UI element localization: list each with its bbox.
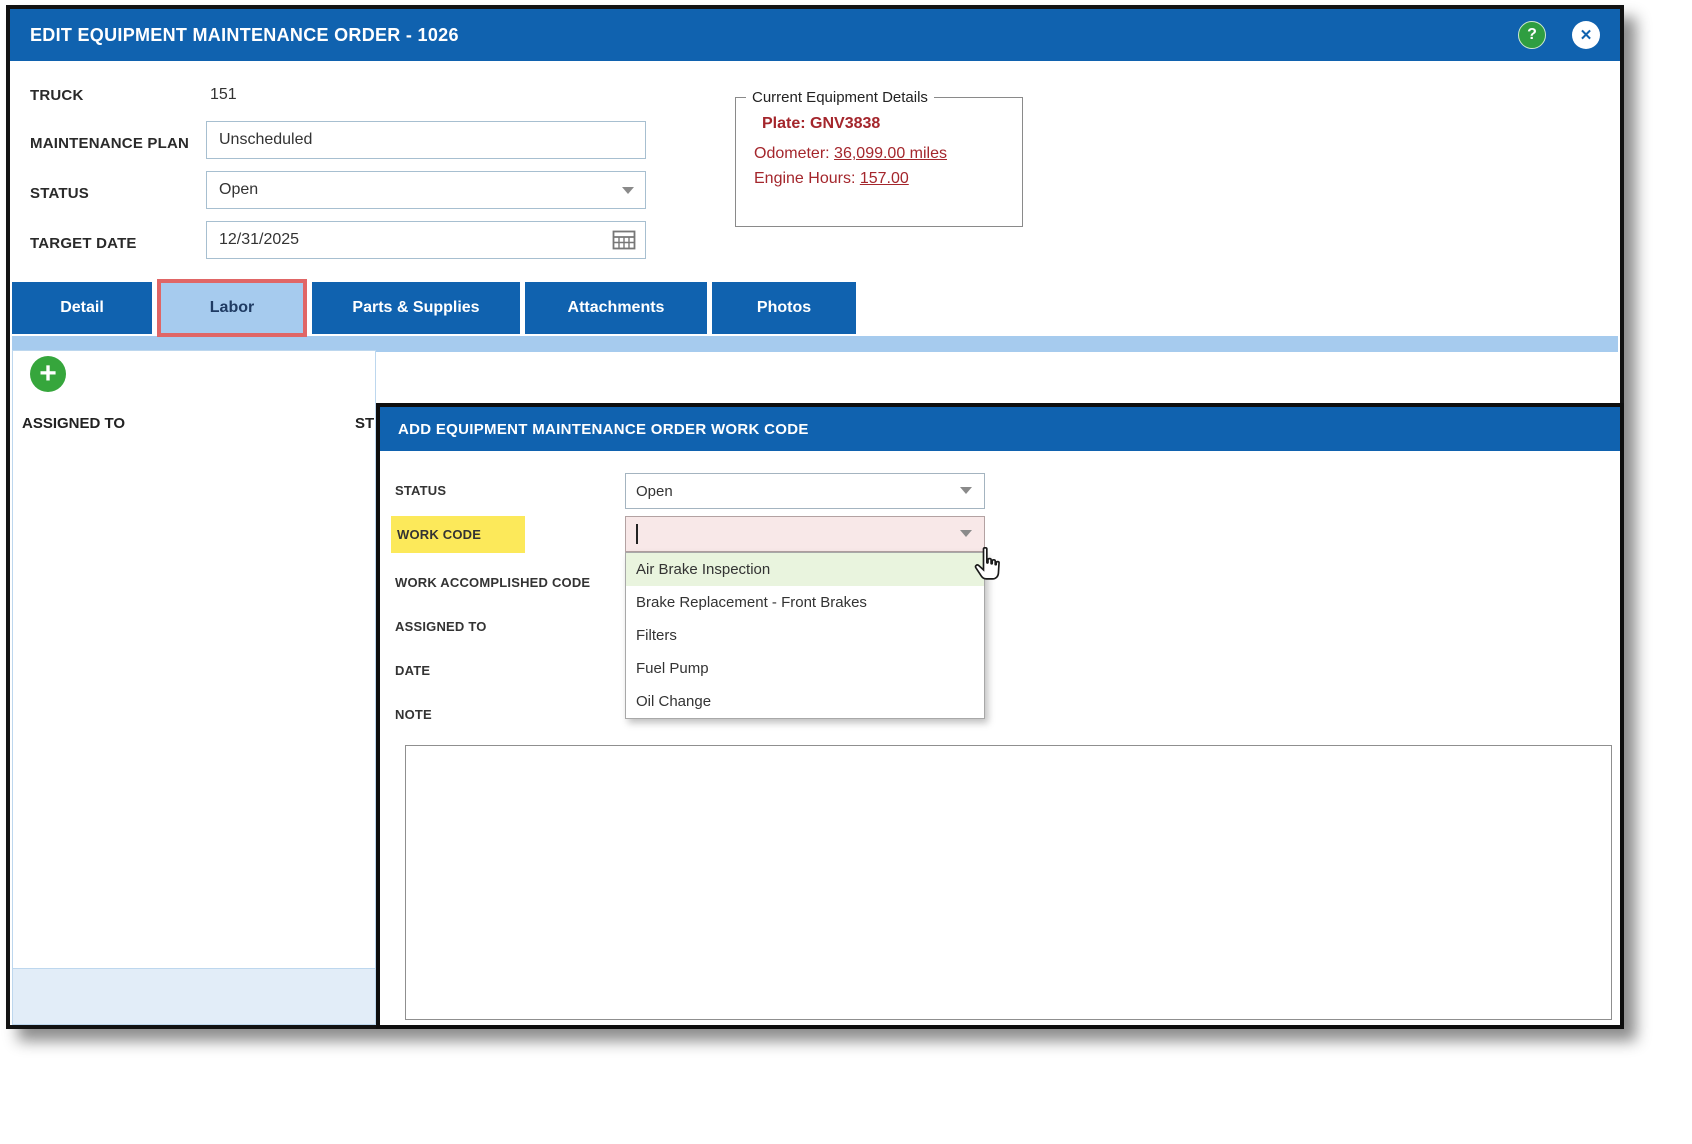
modal-work-code-label: WORK CODE [391, 516, 526, 553]
target-date-value: 12/31/2025 [219, 231, 300, 248]
tab-parts-supplies[interactable]: Parts & Supplies [312, 282, 520, 334]
work-code-input[interactable] [625, 516, 985, 552]
odometer-value[interactable]: 36,099.00 miles [834, 145, 947, 162]
odometer-label: Odometer: [754, 145, 830, 162]
option-label: Filters [636, 627, 677, 644]
plate-label: Plate: [762, 115, 806, 132]
modal-status-value: Open [636, 482, 673, 500]
truck-label: TRUCK [30, 87, 84, 104]
edit-maintenance-order-window: EDIT EQUIPMENT MAINTENANCE ORDER - 1026 … [6, 5, 1624, 1029]
add-work-code-modal: ADD EQUIPMENT MAINTENANCE ORDER WORK COD… [376, 403, 1624, 1029]
work-code-option[interactable]: Brake Replacement - Front Brakes [626, 586, 984, 619]
labor-grid-footer [13, 968, 375, 1024]
tab-labor[interactable]: Labor [157, 279, 307, 337]
chevron-down-icon[interactable] [622, 187, 634, 194]
status-dropdown[interactable]: Open [206, 171, 646, 209]
engine-hours-label: Engine Hours: [754, 170, 856, 187]
status-label: STATUS [30, 185, 89, 202]
modal-note-label: NOTE [395, 707, 432, 722]
plate-value: GNV3838 [810, 115, 881, 132]
truck-value: 151 [210, 86, 237, 103]
help-icon[interactable]: ? [1518, 21, 1546, 49]
modal-title: ADD EQUIPMENT MAINTENANCE ORDER WORK COD… [398, 420, 809, 438]
mouse-cursor-hand-icon [974, 547, 1000, 580]
column-header-assigned-to[interactable]: ASSIGNED TO [22, 415, 125, 432]
maintenance-plan-input[interactable] [206, 121, 646, 159]
calendar-icon[interactable] [612, 229, 636, 251]
work-code-option[interactable]: Fuel Pump [626, 652, 984, 685]
option-label: Fuel Pump [636, 660, 709, 677]
tab-label: Attachments [567, 299, 665, 316]
text-caret [636, 524, 638, 544]
labor-grid-panel [12, 350, 376, 1025]
tab-label: Parts & Supplies [352, 299, 480, 316]
window-title: EDIT EQUIPMENT MAINTENANCE ORDER - 1026 [30, 24, 459, 45]
tab-attachments[interactable]: Attachments [525, 282, 707, 334]
work-code-option[interactable]: Oil Change [626, 685, 984, 718]
equipment-details-legend: Current Equipment Details [752, 89, 928, 106]
tab-photos[interactable]: Photos [712, 282, 856, 334]
tab-label: Photos [756, 299, 812, 316]
add-labor-button[interactable]: + [30, 356, 66, 392]
tab-bar: Detail Labor Parts & Supplies Attachment… [12, 279, 856, 337]
option-label: Brake Replacement - Front Brakes [636, 594, 867, 611]
modal-date-label: DATE [395, 663, 431, 678]
modal-work-accomplished-label: WORK ACCOMPLISHED CODE [395, 575, 591, 590]
chevron-down-icon[interactable] [960, 530, 972, 537]
target-date-label: TARGET DATE [30, 235, 137, 252]
modal-status-label: STATUS [395, 483, 447, 498]
work-code-dropdown-list: Air Brake Inspection Brake Replacement -… [625, 552, 985, 719]
current-equipment-details: Current Equipment Details Plate: GNV3838… [735, 89, 1023, 227]
modal-titlebar: ADD EQUIPMENT MAINTENANCE ORDER WORK COD… [380, 407, 1620, 451]
status-value: Open [219, 181, 259, 198]
target-date-input[interactable]: 12/31/2025 [206, 221, 646, 259]
tab-label: Labor [209, 299, 255, 316]
close-icon[interactable]: ✕ [1572, 21, 1600, 49]
work-code-option[interactable]: Filters [626, 619, 984, 652]
note-textarea[interactable] [405, 745, 1612, 1020]
modal-status-dropdown[interactable]: Open [625, 473, 985, 509]
modal-assigned-to-label: ASSIGNED TO [395, 619, 487, 634]
chevron-down-icon[interactable] [960, 487, 972, 494]
maintenance-plan-label: MAINTENANCE PLAN [30, 135, 190, 152]
window-titlebar: EDIT EQUIPMENT MAINTENANCE ORDER - 1026 … [10, 9, 1620, 61]
option-label: Oil Change [636, 693, 712, 710]
tab-label: Detail [60, 299, 104, 316]
column-header-status-truncated[interactable]: ST [355, 415, 374, 432]
option-label: Air Brake Inspection [636, 561, 771, 578]
engine-hours-value[interactable]: 157.00 [860, 170, 909, 187]
plus-icon: + [39, 357, 57, 390]
tab-detail[interactable]: Detail [12, 282, 152, 334]
work-code-option[interactable]: Air Brake Inspection [626, 553, 984, 586]
